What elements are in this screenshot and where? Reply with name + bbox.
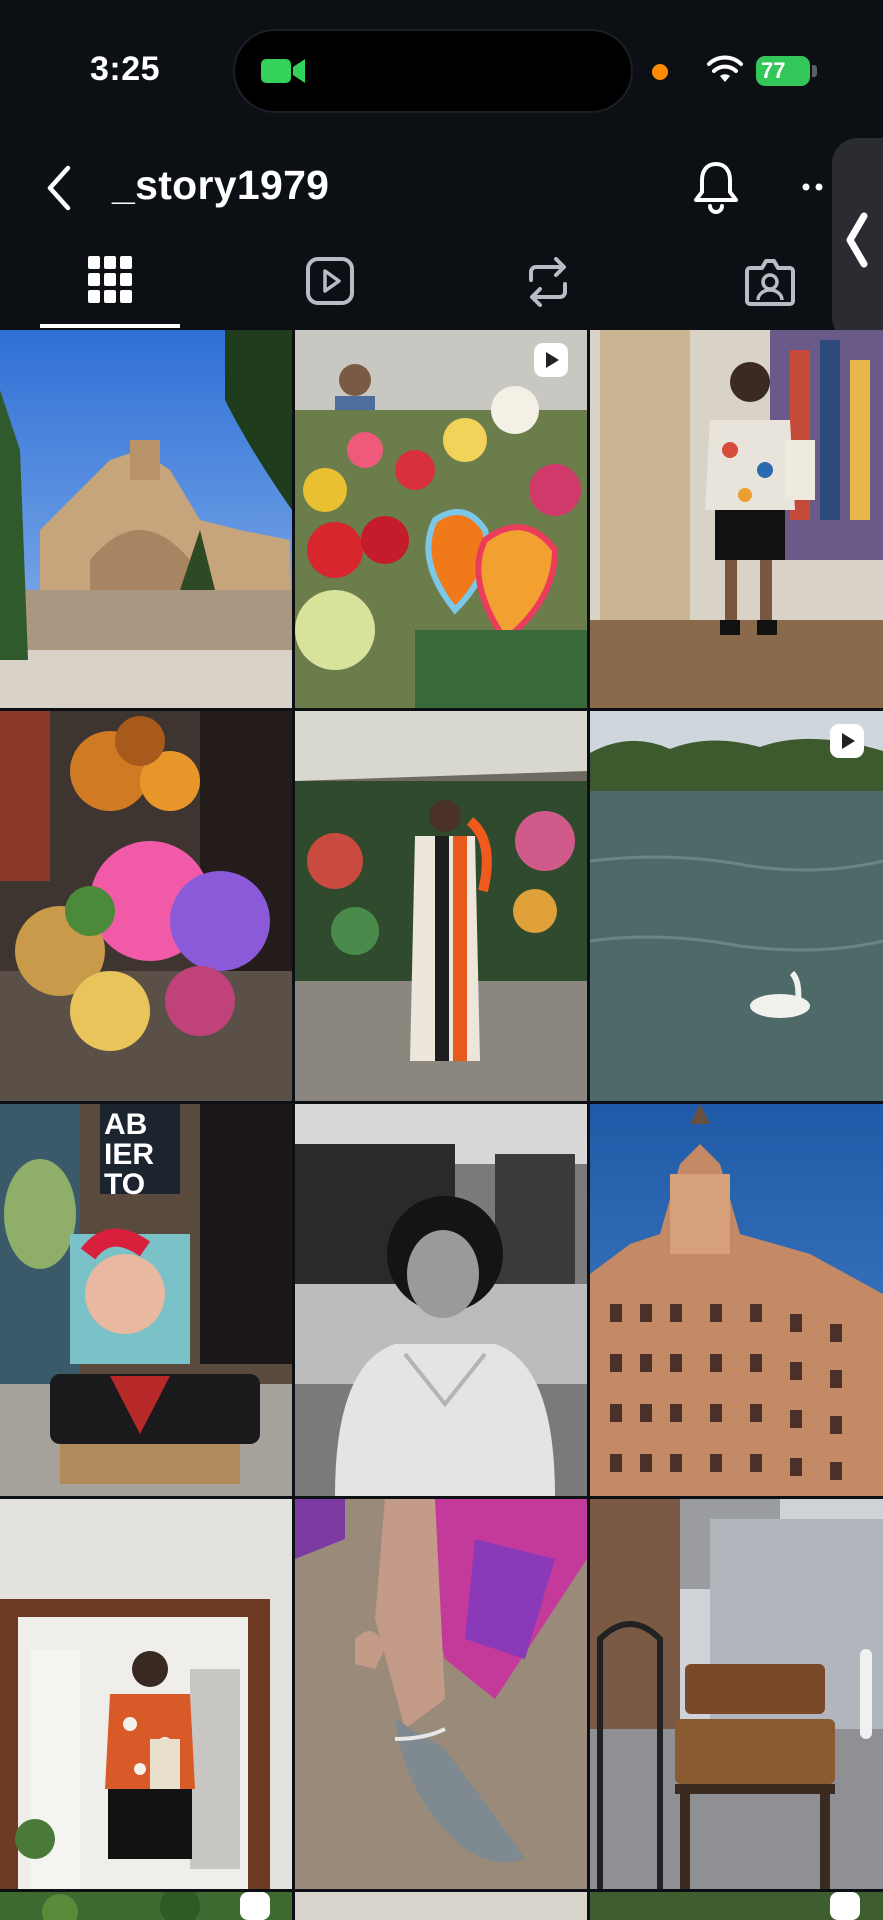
tagged-icon	[745, 259, 795, 306]
post-tile-vintage-suitcases[interactable]	[590, 1499, 883, 1889]
post-tile-ornate-building[interactable]	[590, 1104, 883, 1496]
battery-level: 77	[761, 58, 786, 83]
post-image	[590, 330, 883, 708]
profile-header: _story1979	[0, 140, 883, 250]
post-tile-partial[interactable]	[295, 1892, 587, 1920]
recording-indicator	[652, 64, 668, 80]
post-image	[590, 711, 883, 1101]
post-image	[0, 1892, 292, 1920]
post-tile-flower-market[interactable]	[295, 330, 587, 708]
tab-reposts[interactable]	[478, 250, 618, 330]
profile-tabs	[0, 250, 883, 330]
post-image	[295, 330, 587, 708]
post-image	[0, 711, 292, 1101]
shop-sign: AB IER TO	[104, 1110, 176, 1200]
post-tile-cathedral[interactable]	[0, 330, 292, 708]
post-image	[295, 711, 587, 1101]
post-tile-partial[interactable]	[590, 1892, 883, 1920]
post-tile-pointed-shoes[interactable]	[295, 1499, 587, 1889]
post-tile-dried-flowers[interactable]	[0, 711, 292, 1101]
bell-icon[interactable]	[690, 158, 742, 214]
reel-badge-icon	[830, 724, 864, 758]
tab-reels[interactable]	[260, 250, 400, 330]
sign-line-2: IER	[104, 1138, 155, 1171]
reel-badge-icon	[534, 343, 568, 377]
chevron-left-icon[interactable]	[40, 162, 80, 214]
battery-indicator: 77	[756, 56, 810, 86]
post-image	[295, 1499, 587, 1889]
post-image	[0, 330, 292, 708]
active-tab-indicator	[40, 324, 180, 328]
profile-username[interactable]: _story1979	[112, 162, 329, 209]
status-time: 3:25	[90, 50, 161, 88]
grid-icon	[88, 256, 132, 303]
post-tile-striped-dress[interactable]	[295, 711, 587, 1101]
post-tile-thrift-store-selfie[interactable]	[590, 330, 883, 708]
tab-grid[interactable]	[40, 250, 180, 330]
sign-line-3: TO	[104, 1168, 146, 1201]
post-image	[590, 1499, 883, 1889]
post-image	[590, 1104, 883, 1496]
post-image	[295, 1892, 587, 1920]
reels-icon	[306, 257, 354, 305]
post-image	[295, 1104, 587, 1496]
video-camera-icon	[261, 59, 305, 83]
sign-line-1: AB	[104, 1108, 148, 1141]
post-tile-mirror-selfie[interactable]	[0, 1499, 292, 1889]
post-tile-lake-swan[interactable]	[590, 711, 883, 1101]
post-image	[0, 1499, 292, 1889]
status-bar: 3:25 77	[0, 0, 883, 140]
post-image	[590, 1892, 883, 1920]
post-tile-bw-portrait[interactable]	[295, 1104, 587, 1496]
post-tile-dali-cushion[interactable]: AB IER TO	[0, 1104, 292, 1496]
posts-grid: AB IER TO	[0, 330, 883, 1920]
repost-icon	[529, 257, 567, 307]
wifi-icon	[707, 55, 743, 82]
dynamic-island	[233, 29, 633, 113]
tab-tagged[interactable]	[700, 250, 840, 330]
battery-tip	[812, 65, 817, 77]
post-tile-partial[interactable]	[0, 1892, 292, 1920]
